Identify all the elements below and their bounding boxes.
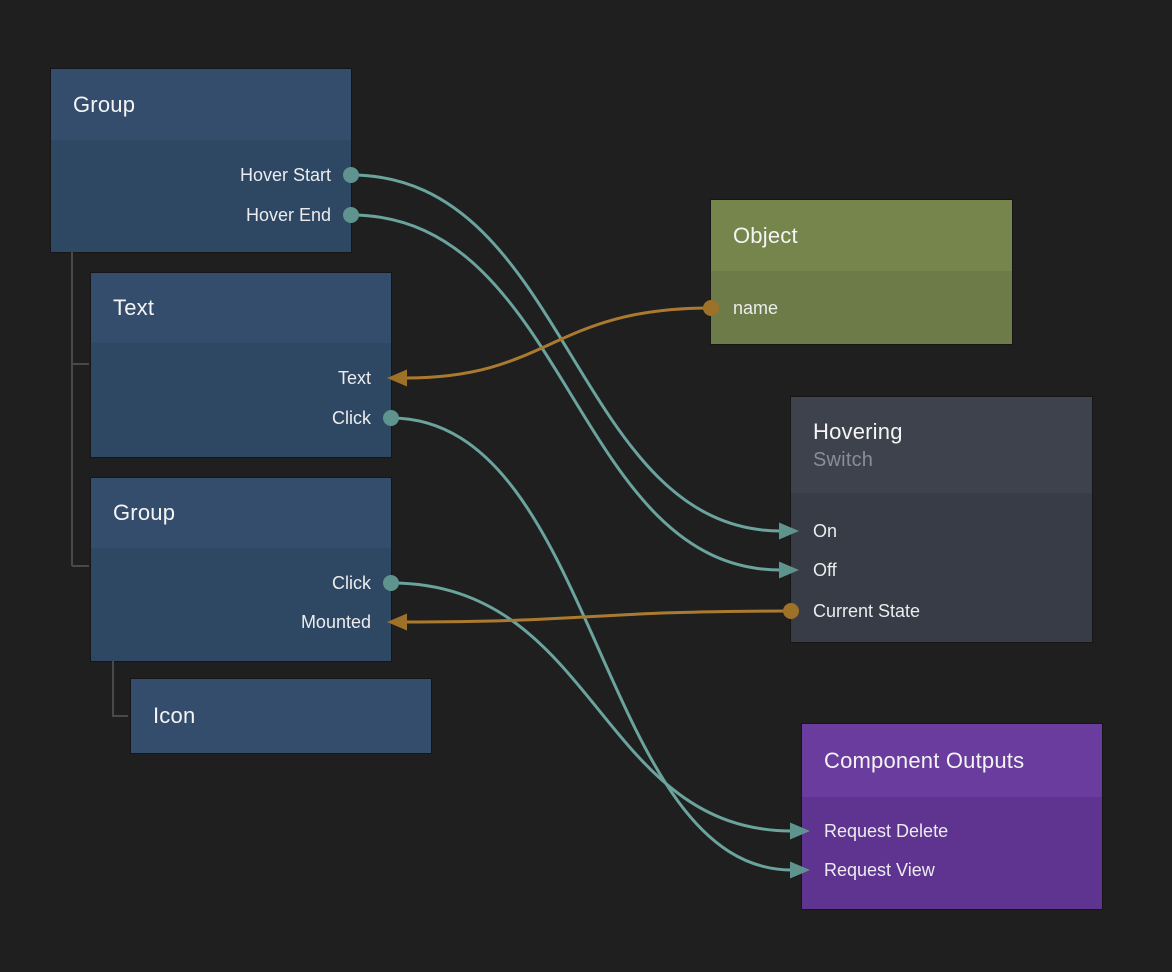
port-off[interactable]: Off [791,558,1092,582]
node-hovering-switch[interactable]: Hovering Switch On Off Current State [791,397,1092,642]
node-header: Object [711,200,1012,271]
port-label: Off [813,560,837,580]
node-title: Text [113,295,154,321]
connection-text-click-to-request-view[interactable] [391,418,792,870]
port-label: Hover End [246,205,331,225]
node-header: Icon [131,679,431,753]
node-header: Component Outputs [802,724,1102,797]
hierarchy-line-group2-icon [113,661,128,716]
port-label: On [813,521,837,541]
connection-group-click-to-request-delete[interactable] [391,583,792,831]
node-header: Hovering Switch [791,397,1092,493]
node-object-1[interactable]: Object name [711,200,1012,344]
port-click[interactable]: Click [91,571,391,595]
port-hover-start[interactable]: Hover Start [51,163,351,187]
port-hover-end[interactable]: Hover End [51,203,351,227]
node-group-1[interactable]: Group Hover Start Hover End [51,69,351,252]
node-title: Object [733,223,798,249]
port-mounted[interactable]: Mounted [91,610,391,634]
node-subtitle: Switch [813,447,873,474]
node-title: Group [73,92,135,118]
node-icon-1[interactable]: Icon [131,679,431,753]
node-component-outputs[interactable]: Component Outputs Request Delete Request… [802,724,1102,909]
port-on[interactable]: On [791,519,1092,543]
port-label: name [733,298,778,318]
port-text[interactable]: Text [91,366,391,390]
node-title: Hovering [813,416,903,447]
port-label: Click [332,408,371,428]
connection-name-to-text[interactable] [405,308,711,378]
port-label: Click [332,573,371,593]
port-label: Current State [813,601,920,621]
port-label: Hover Start [240,165,331,185]
node-title: Group [113,500,175,526]
port-name[interactable]: name [711,296,1012,320]
port-label: Request View [824,860,935,880]
node-text-1[interactable]: Text Text Click [91,273,391,457]
node-header: Text [91,273,391,343]
node-title: Component Outputs [824,748,1024,774]
node-graph-canvas[interactable]: Group Hover Start Hover End Text Text Cl… [0,0,1172,972]
node-header: Group [91,478,391,548]
connection-current-state-to-mounted[interactable] [405,611,791,622]
hierarchy-line-group1-children [72,252,89,566]
port-current-state[interactable]: Current State [791,599,1092,623]
port-label: Text [338,368,371,388]
port-label: Mounted [301,612,371,632]
port-request-view[interactable]: Request View [802,858,1102,882]
node-header: Group [51,69,351,140]
port-request-delete[interactable]: Request Delete [802,819,1102,843]
port-click[interactable]: Click [91,406,391,430]
port-label: Request Delete [824,821,948,841]
node-group-2[interactable]: Group Click Mounted [91,478,391,661]
node-title: Icon [153,703,195,729]
